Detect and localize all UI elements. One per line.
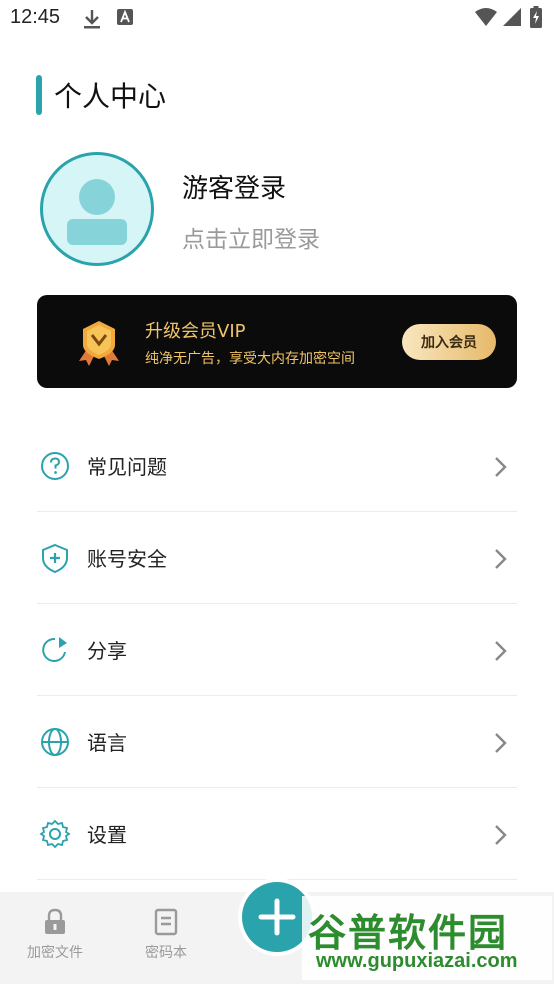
menu-label: 语言 <box>87 731 127 755</box>
notebook-icon <box>154 908 178 936</box>
nav-tab-password-book[interactable]: 密码本 <box>126 908 206 962</box>
login-subtitle[interactable]: 点击立即登录 <box>182 220 320 254</box>
share-icon <box>39 634 71 666</box>
menu-item-share[interactable]: 分享 <box>37 604 517 696</box>
chevron-right-icon <box>493 824 507 850</box>
page-title: 个人中心 <box>54 80 167 113</box>
watermark-url: www.gupuxiazai.com <box>316 950 518 972</box>
a-badge-icon <box>116 8 134 30</box>
vip-title: 升级会员VIP <box>145 321 246 342</box>
vip-description: 纯净无广告，享受大内存加密空间 <box>145 351 355 367</box>
menu-label: 账号安全 <box>87 547 167 571</box>
settings-menu: 常见问题 账号安全 分享 语言 设置 <box>37 420 517 880</box>
login-title[interactable]: 游客登录 <box>182 168 286 205</box>
menu-label: 设置 <box>87 823 127 847</box>
menu-item-account-security[interactable]: 账号安全 <box>37 512 517 604</box>
lock-icon <box>45 908 65 934</box>
signal-icon <box>502 7 522 31</box>
nav-label: 密码本 <box>145 945 187 961</box>
watermark-title: 谷普软件园 <box>308 911 509 955</box>
chevron-right-icon <box>493 456 507 482</box>
avatar[interactable] <box>40 152 154 266</box>
gear-icon <box>39 818 71 850</box>
user-avatar-icon <box>67 179 127 245</box>
plus-icon <box>258 898 296 936</box>
question-icon <box>39 450 71 482</box>
menu-label: 分享 <box>87 639 127 663</box>
watermark: 谷普软件园 www.gupuxiazai.com <box>302 896 552 980</box>
join-vip-button[interactable]: 加入会员 <box>402 324 496 360</box>
status-bar: 12:45 <box>0 0 554 38</box>
download-icon <box>82 8 102 34</box>
menu-item-settings[interactable]: 设置 <box>37 788 517 880</box>
menu-item-faq[interactable]: 常见问题 <box>37 420 517 512</box>
vip-card[interactable]: 升级会员VIP 纯净无广告，享受大内存加密空间 加入会员 <box>37 295 517 388</box>
nav-tab-encrypted-files[interactable]: 加密文件 <box>15 908 95 962</box>
status-time: 12:45 <box>10 6 61 28</box>
chevron-right-icon <box>493 548 507 574</box>
chevron-right-icon <box>493 640 507 666</box>
menu-label: 常见问题 <box>87 455 167 479</box>
menu-item-language[interactable]: 语言 <box>37 696 517 788</box>
shield-plus-icon <box>39 542 71 574</box>
chevron-right-icon <box>493 732 507 758</box>
page-header: 个人中心 <box>36 74 166 116</box>
battery-icon <box>530 6 542 32</box>
nav-label: 加密文件 <box>27 945 83 961</box>
title-accent-bar <box>36 75 42 115</box>
vip-badge-icon <box>77 319 121 371</box>
globe-icon <box>39 726 71 758</box>
wifi-icon <box>474 7 498 31</box>
